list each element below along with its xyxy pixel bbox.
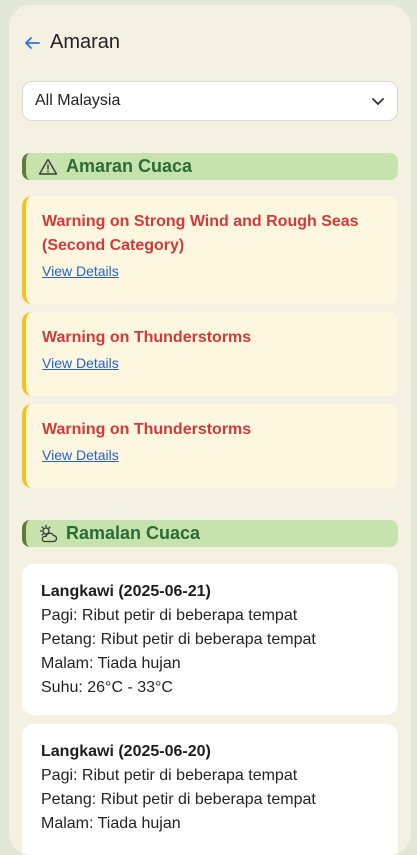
view-details-link[interactable]: View Details	[42, 263, 119, 279]
sun-cloud-icon	[38, 524, 58, 544]
warning-card[interactable]: Warning on Thunderstorms View Details	[22, 404, 398, 488]
forecast-night: Malam: Tiada hujan	[41, 655, 181, 672]
forecast-morning: Pagi: Ribut petir di beberapa tempat	[41, 607, 298, 624]
forecast-morning: Pagi: Ribut petir di beberapa tempat	[41, 767, 298, 784]
forecast-afternoon: Petang: Ribut petir di beberapa tempat	[41, 791, 316, 808]
warning-card[interactable]: Warning on Strong Wind and Rough Seas (S…	[22, 196, 398, 304]
region-select-value: All Malaysia	[35, 92, 121, 109]
forecast-title: Langkawi (2025-06-20)	[41, 743, 211, 760]
view-details-link[interactable]: View Details	[42, 447, 119, 463]
forecast-card: Langkawi (2025-06-20) Pagi: Ribut petir …	[22, 724, 398, 855]
forecast-night: Malam: Tiada hujan	[41, 815, 181, 832]
header: Amaran	[22, 31, 120, 54]
view-details-link[interactable]: View Details	[42, 355, 119, 371]
page-title: Amaran	[50, 31, 121, 53]
warning-title: Warning on Strong Wind and Rough Seas (S…	[42, 213, 359, 254]
forecast-section-title: Ramalan Cuaca	[66, 523, 201, 543]
warning-card[interactable]: Warning on Thunderstorms View Details	[22, 312, 398, 396]
warnings-section-title: Amaran Cuaca	[66, 156, 193, 176]
warning-triangle-icon	[38, 157, 58, 177]
app-panel: Amaran All Malaysia Amaran Cuaca Warning…	[9, 5, 411, 855]
forecast-afternoon: Petang: Ribut petir di beberapa tempat	[41, 631, 316, 648]
forecast-section-header: Ramalan Cuaca	[22, 520, 398, 547]
forecast-title: Langkawi (2025-06-21)	[41, 583, 211, 600]
warning-title: Warning on Thunderstorms	[42, 329, 252, 346]
forecast-card: Langkawi (2025-06-21) Pagi: Ribut petir …	[22, 564, 398, 715]
warnings-section-header: Amaran Cuaca	[22, 153, 398, 180]
region-select[interactable]: All Malaysia	[22, 81, 398, 121]
warning-title: Warning on Thunderstorms	[42, 421, 252, 438]
forecast-temperature: Suhu: 26°C - 33°C	[41, 679, 173, 696]
chevron-down-icon	[371, 94, 385, 108]
arrow-left-icon[interactable]	[22, 33, 42, 53]
